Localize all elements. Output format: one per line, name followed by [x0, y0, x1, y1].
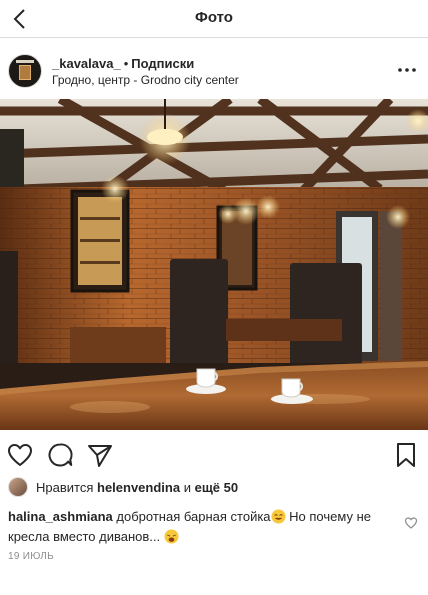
avatar-sign [16, 60, 34, 63]
comment-text-part1: добротная барная стойка [116, 509, 271, 524]
following-button[interactable]: Подписки [131, 56, 194, 71]
post-photo[interactable] [0, 99, 428, 430]
likes-prefix: Нравится [36, 480, 94, 495]
share-icon[interactable] [86, 441, 114, 469]
likes-text[interactable]: Нравится helenvendina и ещё 50 [36, 480, 238, 495]
heart-icon[interactable] [6, 441, 34, 469]
post-actions [0, 438, 428, 472]
likes-others[interactable]: ещё 50 [195, 480, 239, 495]
bookmark-icon[interactable] [392, 441, 420, 469]
location-link[interactable]: Гродно, центр - Grodno city center [52, 73, 239, 87]
username-link[interactable]: _kavalava_ [52, 56, 121, 71]
avatar[interactable] [8, 54, 42, 88]
post-header: _kavalava_ • Подписки Гродно, центр - Grod… [0, 50, 428, 94]
likes-middle: и [183, 480, 191, 495]
comment-heart-icon[interactable] [404, 516, 418, 530]
liker-avatar[interactable] [8, 477, 28, 497]
page-title: Фото [195, 9, 233, 26]
comment-icon[interactable] [46, 441, 74, 469]
comment: halina_ashmiana добротная барная стойка … [8, 507, 388, 547]
separator-dot: • [123, 56, 129, 71]
username-line: _kavalava_ • Подписки [52, 56, 194, 71]
avatar-door [19, 65, 31, 80]
top-navigation-bar: Фото [0, 0, 428, 38]
post-date: 19 ИЮЛЬ [8, 551, 54, 562]
liker-username[interactable]: helenvendina [97, 480, 180, 495]
more-options-icon[interactable] [396, 60, 418, 80]
smiling-face-emoji-icon [271, 509, 286, 524]
weary-face-emoji-icon [164, 529, 179, 544]
comment-author[interactable]: halina_ashmiana [8, 509, 113, 524]
